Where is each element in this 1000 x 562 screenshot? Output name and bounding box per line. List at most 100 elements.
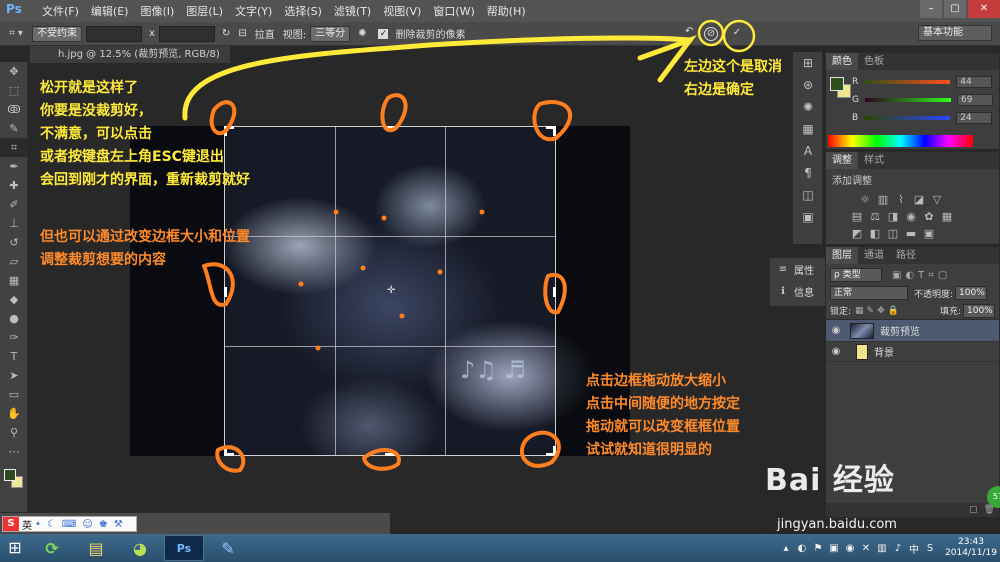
blue-value[interactable]: 24 xyxy=(956,112,993,124)
color-row-g: G 69 xyxy=(852,94,993,106)
panel-foreground-swatch[interactable] xyxy=(830,77,844,91)
channel-label: R xyxy=(852,77,859,87)
brightness-icon[interactable]: ☼ xyxy=(856,193,874,207)
watermark-brand: Bai 经验 xyxy=(765,463,895,498)
tray-icon[interactable]: ▴ xyxy=(779,543,793,554)
brush-presets-icon[interactable]: ⊛ xyxy=(793,74,823,96)
tab-layers[interactable]: 图层 xyxy=(826,247,858,264)
clone-source-icon[interactable]: ✺ xyxy=(793,96,823,118)
photoshop-taskbar-icon[interactable]: Ps xyxy=(164,535,204,561)
swatches-icon[interactable]: ▦ xyxy=(793,118,823,140)
posterize-icon[interactable]: ◧ xyxy=(866,227,884,241)
annotation-line: 会回到刚才的界面，重新裁剪就好 xyxy=(40,172,250,188)
sogou-tray-icon[interactable]: S xyxy=(923,543,937,554)
color-balance-icon[interactable]: ⚖ xyxy=(866,210,884,224)
watermark-url: jingyan.baidu.com xyxy=(777,517,897,532)
vibrance-icon[interactable]: ▽ xyxy=(928,193,946,207)
actions-icon[interactable]: ▣ xyxy=(793,206,823,228)
gradient-map-icon[interactable]: ▬ xyxy=(902,227,920,241)
layer-row[interactable]: ◉ 裁剪预览 xyxy=(826,320,999,342)
opacity-label: 不透明度: xyxy=(914,289,954,300)
tools-icon[interactable]: ⚒ xyxy=(114,519,123,530)
lock-icons[interactable]: ▦✎✥🔒 xyxy=(855,306,902,316)
layer-row[interactable]: ◉ 背景 xyxy=(826,342,999,362)
opacity-field[interactable]: 100% xyxy=(955,286,988,300)
tab-paths[interactable]: 路径 xyxy=(890,247,922,264)
ime-toolbar: S 英 • ☾ ⌨ ☺ ♚ ⚒ xyxy=(2,516,137,532)
clock[interactable]: 23:43 2014/11/19 xyxy=(942,537,1000,559)
info-button[interactable]: ℹ 信息 xyxy=(770,280,825,302)
ime-mode[interactable]: 英 xyxy=(22,517,32,532)
lock-label: 锁定: xyxy=(830,307,852,317)
threshold-icon[interactable]: ◫ xyxy=(884,227,902,241)
invert-icon[interactable]: ◩ xyxy=(848,227,866,241)
tray-icon[interactable]: ⚑ xyxy=(811,543,825,554)
tray-icon[interactable]: ◉ xyxy=(843,543,857,554)
orange-dot xyxy=(381,215,387,221)
skin-icon[interactable]: ♚ xyxy=(99,519,108,530)
curves-icon[interactable]: ⌇ xyxy=(892,193,910,207)
levels-icon[interactable]: ▥ xyxy=(874,193,892,207)
green-slider[interactable] xyxy=(864,98,951,102)
red-value[interactable]: 44 xyxy=(956,76,993,88)
refresh-app-icon[interactable]: ⟳ xyxy=(32,535,72,561)
layer-filter-select[interactable]: ρ 类型 xyxy=(830,268,882,282)
annotation-left: 松开就是这样了 你要是没裁剪好， 不满意，可以点击 或者按键盘左上角ESC键退出… xyxy=(40,77,250,192)
character-icon[interactable]: A xyxy=(793,140,823,162)
info-icon: ℹ xyxy=(781,285,785,297)
file-explorer-icon[interactable]: ▤ xyxy=(76,535,116,561)
red-slider[interactable] xyxy=(864,80,951,84)
tab-color[interactable]: 颜色 xyxy=(826,53,858,70)
moon-icon[interactable]: ☾ xyxy=(47,519,56,530)
orange-mark-bottom-left xyxy=(215,445,246,473)
tab-channels[interactable]: 通道 xyxy=(858,247,890,264)
paragraph-icon[interactable]: ¶ xyxy=(793,162,823,184)
blue-slider[interactable] xyxy=(864,116,951,120)
volume-icon[interactable]: ♪ xyxy=(891,543,905,554)
info-label: 信息 xyxy=(794,287,814,299)
yellow-arrow-head xyxy=(637,34,698,83)
green-value[interactable]: 69 xyxy=(956,94,993,106)
annotation-line: 但也可以通过改变边框大小和位置 xyxy=(40,229,250,245)
exposure-icon[interactable]: ◪ xyxy=(910,193,928,207)
clock-time: 23:43 xyxy=(958,537,984,547)
history-icon[interactable]: ⊞ xyxy=(793,52,823,74)
black-white-icon[interactable]: ◨ xyxy=(884,210,902,224)
color-spectrum[interactable] xyxy=(828,135,973,147)
properties-button[interactable]: ≡ 属性 xyxy=(770,258,825,280)
tab-styles[interactable]: 样式 xyxy=(858,152,890,169)
tab-swatches[interactable]: 色板 xyxy=(858,53,890,70)
tab-adjustments[interactable]: 调整 xyxy=(826,152,858,169)
paint-app-icon[interactable]: ✎ xyxy=(208,535,248,561)
tray-icon[interactable]: ◐ xyxy=(795,543,809,554)
system-tray: ▴ ◐ ⚑ ▣ ◉ ✕ ▥ ♪ 中 S 23:43 2014/11/19 xyxy=(778,534,1000,562)
channel-mixer-icon[interactable]: ✿ xyxy=(920,210,938,224)
network-icon[interactable]: ▥ xyxy=(875,543,889,554)
color-lookup-icon[interactable]: ▦ xyxy=(938,210,956,224)
new-layer-icon[interactable]: ▢ xyxy=(969,505,978,515)
app-icon[interactable]: ◕ xyxy=(120,535,160,561)
ime-tray-icon[interactable]: 中 xyxy=(907,541,921,556)
keyboard-icon[interactable]: ⌨ xyxy=(62,519,76,530)
punctuation-icon[interactable]: • xyxy=(35,519,41,530)
orange-dot xyxy=(399,313,405,319)
layer-name: 背景 xyxy=(874,348,894,359)
blend-mode-select[interactable]: 正常 xyxy=(830,286,908,300)
collapsed-panel-strip: ⊞ ⊛ ✺ ▦ A ¶ ◫ ▣ xyxy=(793,52,823,244)
properties-icon: ≡ xyxy=(778,263,788,275)
tool-presets-icon[interactable]: ◫ xyxy=(793,184,823,206)
filter-icons[interactable]: ▣◐T⌗▢ xyxy=(892,270,951,281)
tray-icon[interactable]: ✕ xyxy=(859,543,873,554)
yellow-arrow-stroke xyxy=(182,35,693,121)
tray-icon[interactable]: ▣ xyxy=(827,543,841,554)
fill-field[interactable]: 100% xyxy=(963,303,995,318)
clock-date: 2014/11/19 xyxy=(945,548,997,558)
eye-icon[interactable]: ◉ xyxy=(826,325,846,336)
photo-filter-icon[interactable]: ◉ xyxy=(902,210,920,224)
annotation-line: 松开就是这样了 xyxy=(40,80,138,96)
eye-icon[interactable]: ◉ xyxy=(826,346,846,357)
selective-color-icon[interactable]: ▣ xyxy=(920,227,938,241)
start-button-icon[interactable]: ⊞ xyxy=(0,534,30,562)
user-icon[interactable]: ☺ xyxy=(82,519,92,530)
hue-saturation-icon[interactable]: ▤ xyxy=(848,210,866,224)
